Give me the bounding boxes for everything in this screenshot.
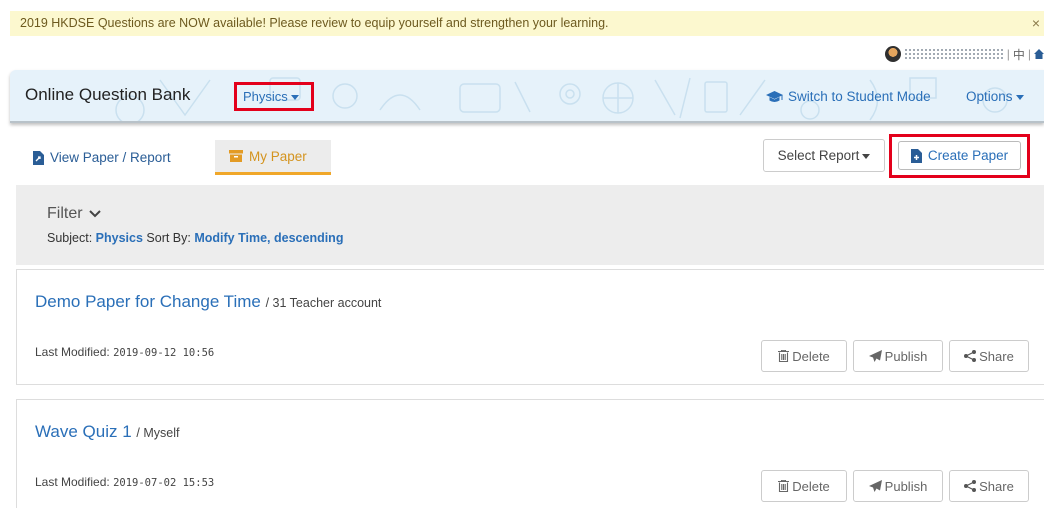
tab-view-paper-report[interactable]: View Paper / Report	[33, 140, 171, 175]
share-button[interactable]: Share	[949, 470, 1029, 502]
user-bar: | 中 |	[884, 44, 1044, 64]
tab-label: My Paper	[249, 148, 307, 164]
trash-icon	[778, 350, 790, 362]
filter-summary: Subject: Physics Sort By: Modify Time, d…	[47, 231, 343, 245]
create-paper-highlight: Create Paper	[889, 134, 1030, 178]
sort-value: Modify Time, descending	[194, 231, 344, 245]
filter-toggle[interactable]: Filter	[47, 205, 101, 223]
switch-student-mode-link[interactable]: Switch to Student Mode	[766, 89, 931, 104]
paper-owner: / 31 Teacher account	[265, 296, 382, 310]
publish-button[interactable]: Publish	[853, 470, 943, 502]
share-icon	[964, 350, 977, 362]
separator: |	[1006, 47, 1010, 61]
subject-filter-label: Subject:	[47, 231, 93, 245]
last-modified-value: 2019-07-02 15:53	[113, 477, 215, 489]
paper-title-link[interactable]: Demo Paper for Change Time / 31 Teacher …	[35, 292, 381, 312]
paper-owner: / Myself	[136, 426, 180, 440]
last-modified-label: Last Modified:	[35, 345, 110, 359]
graduation-cap-icon	[766, 90, 783, 103]
subject-filter-value: Physics	[95, 231, 143, 245]
share-label: Share	[979, 348, 1014, 364]
home-icon[interactable]	[1034, 48, 1044, 60]
paper-title: Demo Paper for Change Time	[35, 292, 261, 311]
paper-plane-icon	[868, 350, 882, 362]
delete-button[interactable]: Delete	[761, 470, 847, 502]
last-modified: Last Modified: 2019-07-02 15:53	[35, 475, 214, 489]
archive-icon	[229, 150, 243, 162]
create-paper-button[interactable]: Create Paper	[898, 141, 1021, 170]
share-button[interactable]: Share	[949, 340, 1029, 372]
announcement-text: 2019 HKDSE Questions are NOW available! …	[20, 16, 609, 30]
share-icon	[964, 480, 977, 492]
filter-label: Filter	[47, 205, 83, 222]
filter-panel: Filter Subject: Physics Sort By: Modify …	[16, 185, 1044, 265]
delete-button[interactable]: Delete	[761, 340, 847, 372]
caret-down-icon	[862, 153, 871, 159]
language-switch[interactable]: 中	[1013, 46, 1025, 63]
select-report-dropdown[interactable]: Select Report	[763, 139, 885, 172]
close-icon[interactable]: ×	[1032, 11, 1040, 36]
options-label: Options	[966, 89, 1013, 104]
file-export-icon	[33, 150, 44, 165]
file-plus-icon	[910, 148, 922, 163]
avatar[interactable]	[884, 46, 901, 62]
tab-label: View Paper / Report	[50, 150, 171, 165]
switch-mode-label: Switch to Student Mode	[788, 89, 931, 104]
caret-down-icon	[290, 95, 299, 101]
options-dropdown[interactable]: Options	[966, 89, 1024, 104]
announcement-banner: 2019 HKDSE Questions are NOW available! …	[10, 11, 1044, 36]
paper-card: Demo Paper for Change Time / 31 Teacher …	[16, 269, 1044, 385]
tab-my-paper[interactable]: My Paper	[215, 140, 331, 175]
trash-icon	[778, 480, 790, 492]
subject-label: Physics	[243, 89, 288, 104]
app-title: Online Question Bank	[25, 85, 191, 104]
publish-label: Publish	[884, 478, 928, 494]
chevron-down-icon	[88, 210, 101, 218]
paper-title: Wave Quiz 1	[35, 422, 132, 441]
publish-button[interactable]: Publish	[853, 340, 943, 372]
app-header: Online Question Bank Physics Switch to S…	[10, 70, 1044, 123]
subject-dropdown[interactable]: Physics	[234, 82, 314, 111]
last-modified-label: Last Modified:	[35, 475, 110, 489]
delete-label: Delete	[792, 348, 830, 364]
select-report-label: Select Report	[777, 148, 860, 163]
delete-label: Delete	[792, 478, 830, 494]
separator: |	[1027, 47, 1031, 61]
sort-label: Sort By:	[146, 231, 191, 245]
paper-title-link[interactable]: Wave Quiz 1 / Myself	[35, 422, 179, 442]
create-paper-label: Create Paper	[927, 148, 1009, 163]
paper-card: Wave Quiz 1 / Myself Last Modified: 2019…	[16, 399, 1044, 508]
caret-down-icon	[1015, 94, 1024, 100]
masked-username[interactable]	[903, 47, 1004, 61]
publish-label: Publish	[884, 348, 928, 364]
paper-plane-icon	[868, 480, 882, 492]
last-modified-value: 2019-09-12 10:56	[113, 347, 215, 359]
last-modified: Last Modified: 2019-09-12 10:56	[35, 345, 214, 359]
share-label: Share	[979, 478, 1014, 494]
